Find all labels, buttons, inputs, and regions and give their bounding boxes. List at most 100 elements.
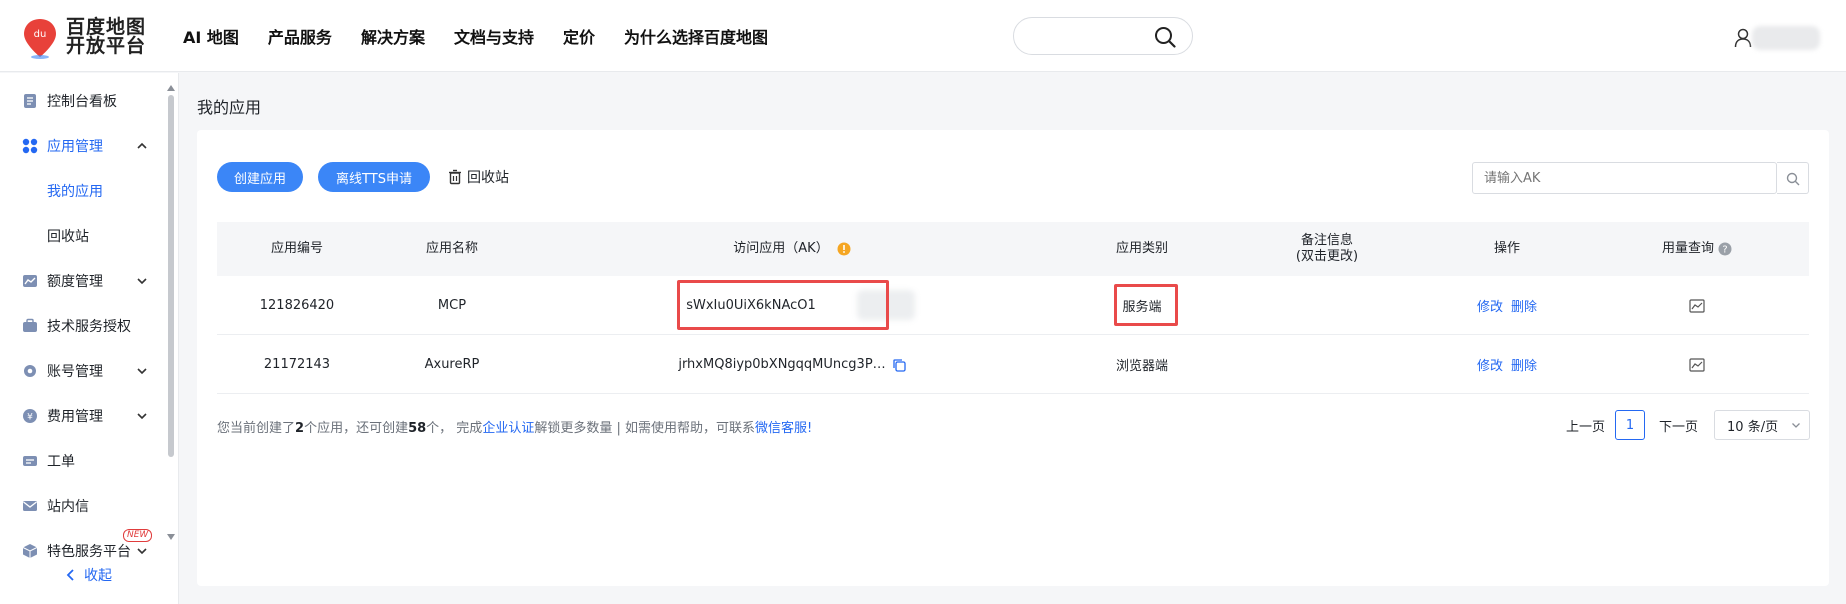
col-usage: 用量查询 ? xyxy=(1607,222,1787,276)
wechat-support-link[interactable]: 微信客服! xyxy=(755,421,812,436)
copy-icon[interactable] xyxy=(892,358,906,372)
edit-link[interactable]: 修改 xyxy=(1477,355,1503,374)
pagination: 上一页 1 下一页 10 条/页 xyxy=(1566,410,1811,440)
user-menu[interactable] xyxy=(1734,24,1824,52)
sidebar-item-tech-auth[interactable]: 技术服务授权 xyxy=(0,306,168,346)
cell-app-name: AxureRP xyxy=(424,357,480,372)
sidebar-item-label: 费用管理 xyxy=(47,409,103,425)
info-icon[interactable] xyxy=(837,242,851,256)
create-app-button[interactable]: 创建应用 xyxy=(217,162,303,192)
sidebar-item-tickets[interactable]: 工单 xyxy=(0,441,168,481)
dashboard-icon xyxy=(24,94,36,108)
table-row: 21172143 AxureRP jrhxMQ8iyp0bXNgqqMUncg3… xyxy=(217,335,1809,394)
ak-search-input[interactable] xyxy=(1472,162,1777,194)
highlight-box-ak xyxy=(677,280,889,330)
ak-value: jrhxMQ8iyp0bXNgqqMUncg3P… xyxy=(678,357,886,372)
page-size-select[interactable]: 10 条/页 xyxy=(1714,410,1811,440)
nav-why-baidu[interactable]: 为什么选择百度地图 xyxy=(624,24,768,48)
search-icon xyxy=(1786,172,1800,186)
nav-ai-map[interactable]: AI 地图 xyxy=(183,24,239,48)
collapse-sidebar-button[interactable]: 收起 xyxy=(66,565,112,585)
col-access-ak-label: 访问应用（AK） xyxy=(733,241,829,256)
edit-link[interactable]: 修改 xyxy=(1477,296,1503,315)
col-app-id: 应用编号 xyxy=(270,241,323,256)
main-nav: AI 地图 产品服务 解决方案 文档与支持 定价 为什么选择百度地图 xyxy=(183,24,768,48)
offline-tts-apply-button[interactable]: 离线TTS申请 xyxy=(318,162,430,192)
ak-search-button[interactable] xyxy=(1777,162,1809,194)
trash-icon xyxy=(449,169,461,185)
chevron-down-icon[interactable] xyxy=(136,410,148,422)
chevron-down-icon[interactable] xyxy=(136,545,148,557)
note-text-4: 解锁更多数量 | 如需使用帮助，可联系 xyxy=(534,421,755,436)
sidebar-item-label: 工单 xyxy=(47,454,75,470)
svg-text:?: ? xyxy=(1722,245,1727,256)
user-icon[interactable] xyxy=(1734,28,1752,48)
mail-icon xyxy=(23,501,37,511)
gear-icon xyxy=(24,365,36,377)
cell-app-id: 121826420 xyxy=(259,298,335,313)
usage-chart-icon[interactable] xyxy=(1689,298,1705,313)
chevron-up-icon[interactable] xyxy=(136,140,148,152)
search-icon[interactable] xyxy=(1154,26,1176,48)
usage-chart-icon[interactable] xyxy=(1689,357,1705,372)
col-usage-label: 用量查询 xyxy=(1661,241,1714,256)
nav-solutions[interactable]: 解决方案 xyxy=(361,24,425,48)
svg-text:¥: ¥ xyxy=(27,413,33,423)
delete-link[interactable]: 删除 xyxy=(1511,355,1537,374)
logo-badge: du xyxy=(34,29,47,40)
page-size-value: 10 条/页 xyxy=(1727,419,1779,435)
chart-line-icon xyxy=(23,275,37,287)
highlight-box-type xyxy=(1114,284,1178,326)
delete-link[interactable]: 删除 xyxy=(1511,296,1537,315)
col-app-type: 应用类别 xyxy=(1115,241,1168,256)
sidebar-item-billing[interactable]: ¥ 费用管理 xyxy=(0,396,168,436)
col-actions: 操作 xyxy=(1493,241,1520,256)
cell-usage xyxy=(1607,335,1787,394)
top-header: du 百度地图 开放平台 AI 地图 产品服务 解决方案 文档与支持 定价 为什… xyxy=(0,0,1846,72)
sidebar-item-my-apps[interactable]: 我的应用 xyxy=(0,171,168,211)
chevron-down-icon xyxy=(1792,423,1800,428)
scroll-thumb[interactable] xyxy=(168,95,174,457)
note-text-1: 您当前创建了 xyxy=(217,421,296,436)
enterprise-cert-link[interactable]: 企业认证 xyxy=(482,421,534,436)
sidebar-item-label: 账号管理 xyxy=(47,364,103,380)
col-remark-line1: 备注信息 xyxy=(1300,233,1353,248)
scroll-up-icon[interactable] xyxy=(167,85,175,91)
sidebar-item-app-management[interactable]: 应用管理 xyxy=(0,126,168,166)
sidebar-item-account[interactable]: 账号管理 xyxy=(0,351,168,391)
sidebar-item-quota[interactable]: 额度管理 xyxy=(0,261,168,301)
sidebar-item-label: 应用管理 xyxy=(47,139,103,155)
sidebar-item-recycle-bin[interactable]: 回收站 xyxy=(0,216,168,256)
logo[interactable]: du 百度地图 开放平台 xyxy=(20,17,146,59)
col-app-name: 应用名称 xyxy=(425,241,478,256)
nav-pricing[interactable]: 定价 xyxy=(563,24,595,48)
sidebar-item-label: 技术服务授权 xyxy=(47,319,131,335)
sidebar-scrollbar[interactable] xyxy=(167,85,175,540)
sidebar-item-dashboard[interactable]: 控制台看板 xyxy=(0,81,168,121)
sidebar-item-label: 特色服务平台 xyxy=(47,544,131,560)
table-row: 121826420 MCP sWxIu0UiX6kNAcO1 服务端 修改 删除 xyxy=(217,276,1809,335)
sidebar: 控制台看板 应用管理 我的应用 回收站 额度管理 技术服务授权 账号管理 ¥ 费… xyxy=(0,73,179,604)
apps-card: 创建应用 离线TTS申请 回收站 应用编号 应用名称 访问应用（AK） 应用类别… xyxy=(197,130,1829,586)
app-quota-note: 您当前创建了2个应用，还可创建58个， 完成企业认证解锁更多数量 | 如需使用帮… xyxy=(217,417,812,436)
chevron-down-icon[interactable] xyxy=(136,365,148,377)
chevron-down-icon[interactable] xyxy=(136,275,148,287)
sidebar-item-label: 控制台看板 xyxy=(47,94,117,110)
created-count: 2 xyxy=(295,421,305,436)
note-text-3: 个， 完成 xyxy=(426,421,483,436)
recycle-bin-button[interactable]: 回收站 xyxy=(448,167,509,187)
sidebar-item-messages[interactable]: 站内信 xyxy=(0,486,168,526)
help-icon[interactable]: ? xyxy=(1718,242,1732,256)
page-number-current[interactable]: 1 xyxy=(1615,410,1646,440)
cell-usage xyxy=(1607,276,1787,335)
scroll-down-icon[interactable] xyxy=(167,534,175,540)
prev-page-button[interactable]: 上一页 xyxy=(1566,416,1605,435)
table-header: 应用编号 应用名称 访问应用（AK） 应用类别 备注信息 (双击更改) 操作 用… xyxy=(217,222,1809,276)
ticket-icon xyxy=(23,456,37,466)
nav-products[interactable]: 产品服务 xyxy=(268,24,332,48)
col-access-ak: 访问应用（AK） xyxy=(547,222,1037,276)
next-page-button[interactable]: 下一页 xyxy=(1659,416,1698,435)
nav-docs[interactable]: 文档与支持 xyxy=(454,24,534,48)
logo-text: 百度地图 开放平台 xyxy=(66,18,146,56)
header-search-input[interactable] xyxy=(1013,17,1193,55)
